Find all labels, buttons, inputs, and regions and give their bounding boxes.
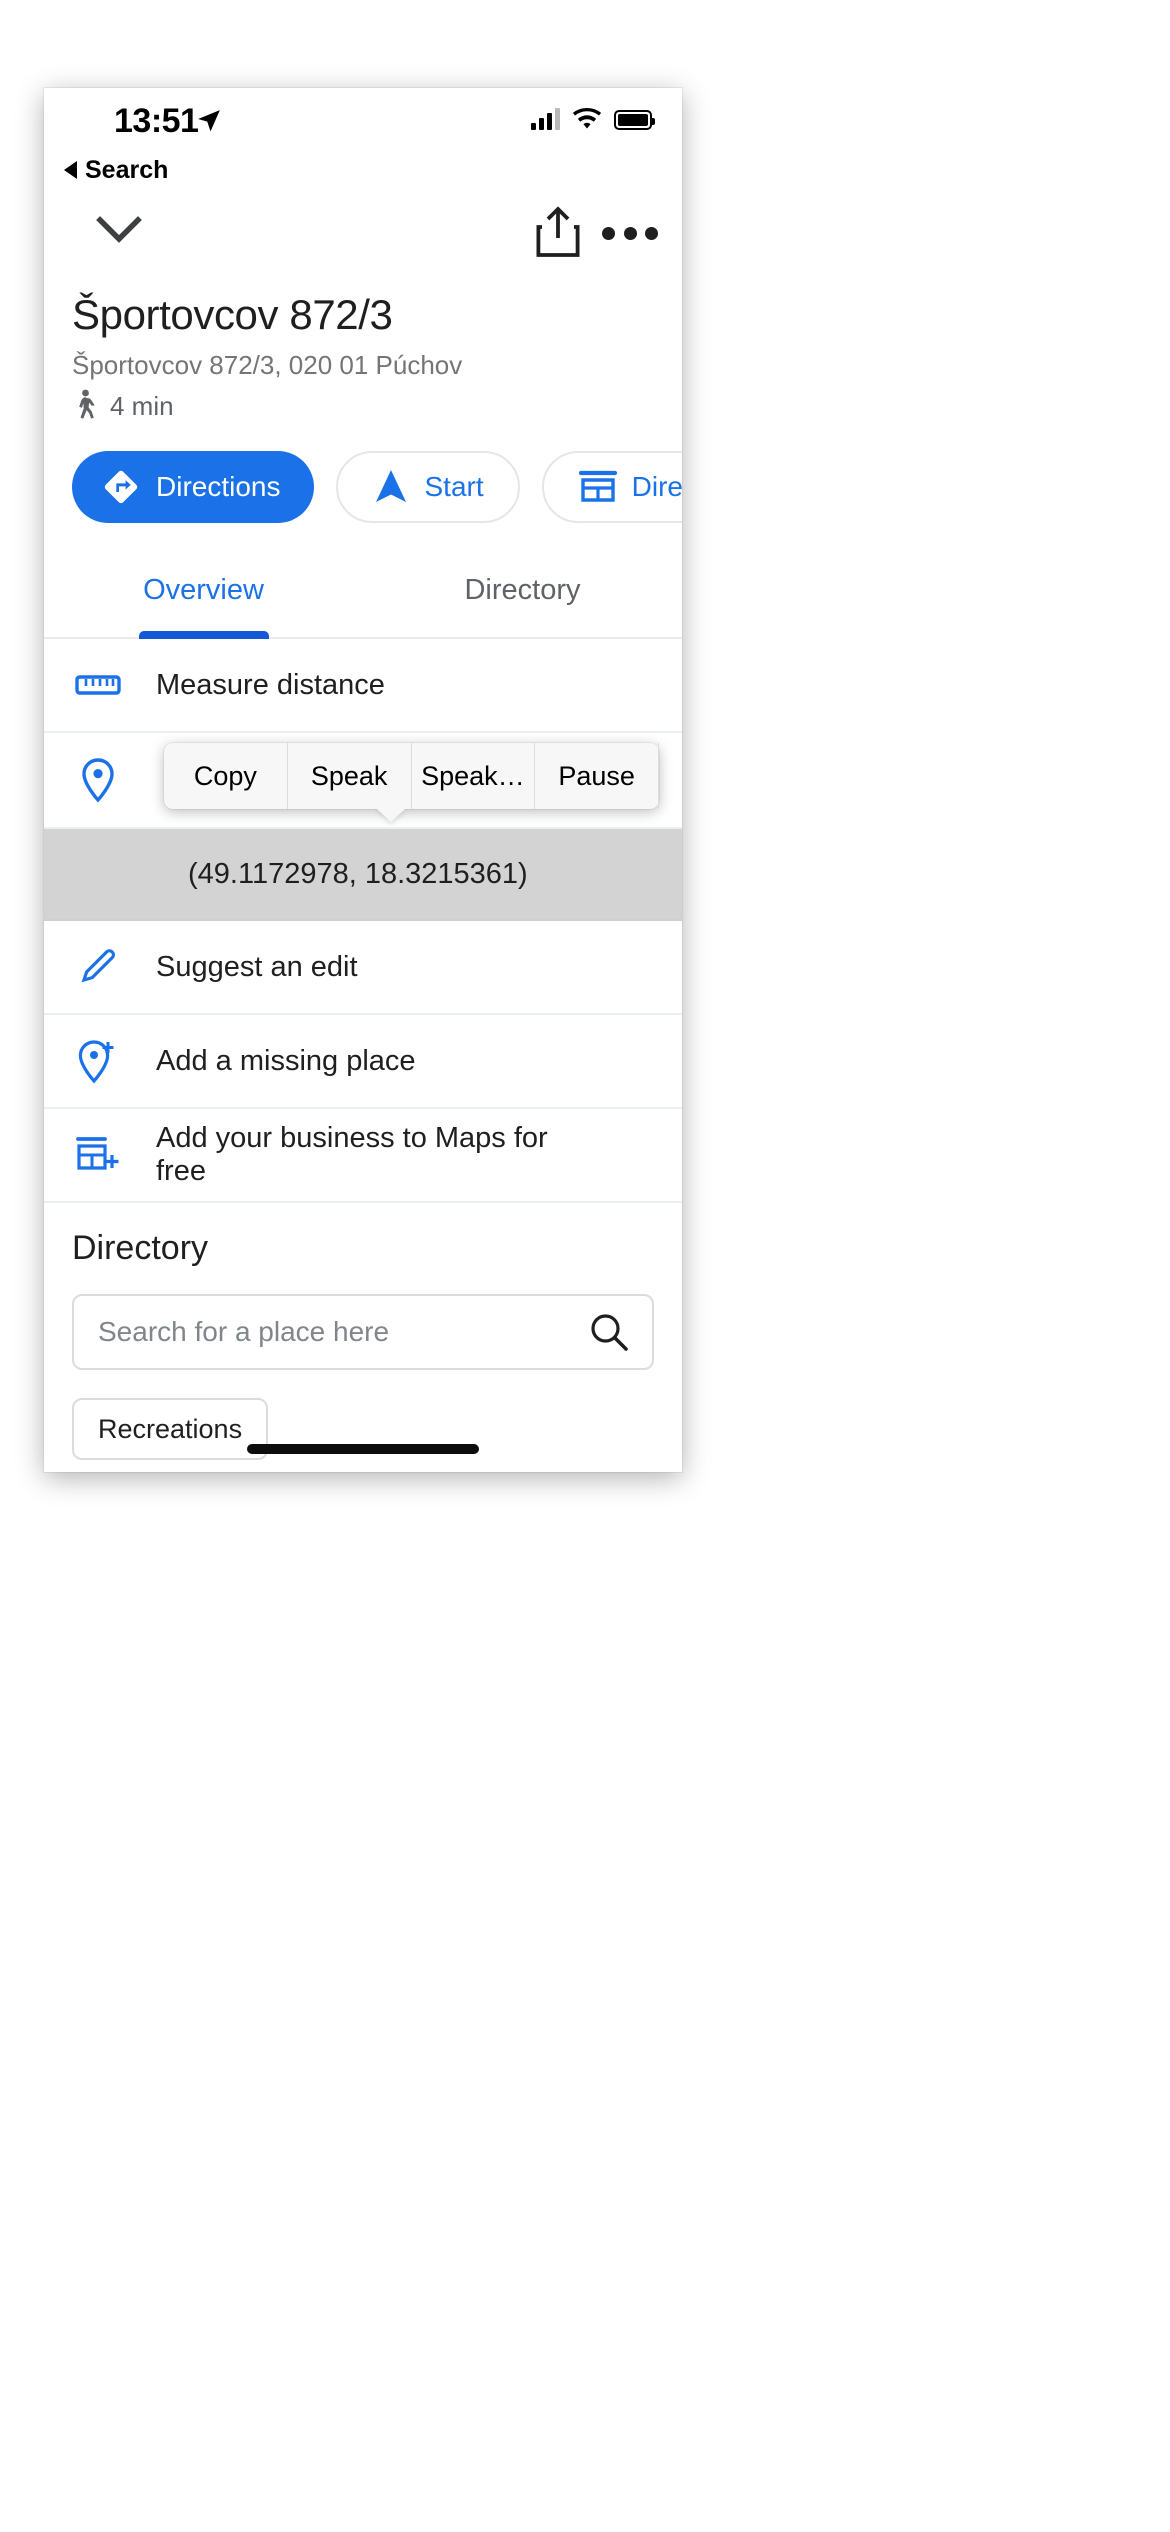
list-item-label: Suggest an edit [156,950,358,983]
tab-directory-label: Directory [464,573,581,606]
coordinates-value: (49.1172978, 18.3215361) [188,857,528,890]
back-to-search-button[interactable]: Search [44,150,682,190]
more-horizontal-icon[interactable] [602,222,658,244]
popup-item-copy[interactable]: Copy [164,743,288,809]
walk-time-label: 4 min [110,390,174,421]
pencil-icon [72,946,124,988]
start-label: Start [424,471,484,503]
directions-diamond-icon [104,470,138,504]
status-bar-indicators [531,108,655,130]
back-triangle-icon [64,161,77,179]
chevron-down-icon[interactable] [96,214,142,246]
tab-directory[interactable]: Directory [363,543,682,637]
status-bar-clock: 13:51 [114,102,199,140]
tab-overview-label: Overview [143,573,264,606]
popup-item-speak-options[interactable]: Speak… [412,743,536,809]
popup-item-label: Copy [193,760,257,791]
directory-heading: Directory [72,1229,209,1268]
list-item-add-business[interactable]: Add your business to Maps for free [44,1109,682,1204]
action-chip-row[interactable]: Directions Start Directory [44,447,682,527]
ruler-icon [72,670,124,700]
home-indicator [247,1444,479,1454]
walk-time-row: 4 min [72,389,654,423]
directory-chip-label: Directory [631,471,682,503]
wifi-icon [572,108,602,129]
filter-chip-label: Recreations [98,1413,243,1444]
walking-person-icon [79,389,95,419]
add-business-icon [72,1135,124,1175]
popup-item-label: Speak… [421,760,525,791]
list-item-label: Measure distance [156,668,385,701]
popup-item-label: Speak [310,760,388,791]
search-icon[interactable] [588,1311,630,1353]
filter-chip-recreations[interactable]: Recreations [72,1398,269,1461]
list-item-suggest-edit[interactable]: Suggest an edit [44,921,682,1016]
location-arrow-icon [198,110,220,132]
list-item-measure-distance[interactable]: Measure distance [44,639,682,734]
screenshot-canvas: 13:51 Search Športovcov 872/3 Športovcov… [0,0,1170,2532]
directory-button[interactable]: Directory [541,451,682,524]
cellular-bars-icon [531,108,560,130]
page-title: Športovcov 872/3 [72,291,393,338]
list-item-label: Add your business to Maps for free [156,1122,548,1188]
list-item-add-missing-place[interactable]: Add a missing place [44,1015,682,1110]
coordinates-selected-row[interactable]: (49.1172978, 18.3215361) [44,829,682,922]
directions-button[interactable]: Directions [72,451,315,524]
popup-item-label: Pause [558,760,635,791]
back-to-search-label: Search [85,155,169,184]
status-bar: 13:51 [44,88,682,150]
search-placeholder: Search for a place here [98,1316,390,1348]
map-pin-icon [72,757,124,803]
navigation-arrow-icon [376,470,407,503]
start-button[interactable]: Start [336,451,520,524]
popup-item-speak[interactable]: Speak [288,743,412,809]
storefront-icon [578,471,617,502]
battery-full-icon [614,110,655,130]
popup-pointer [376,808,406,822]
sheet-header [44,190,682,274]
directory-section: Directory Search for a place here Recrea… [44,1203,682,1461]
directions-label: Directions [156,471,281,503]
tab-bar[interactable]: Overview Directory [44,543,682,640]
place-title-block: Športovcov 872/3 Športovcov 872/3, 020 0… [44,274,682,423]
popup-item-pause[interactable]: Pause [535,743,659,809]
search-input[interactable]: Search for a place here [72,1294,654,1371]
list-item-label: Add a missing place [156,1044,416,1077]
phone-screen: 13:51 Search Športovcov 872/3 Športovcov… [44,88,682,1472]
add-place-pin-icon [72,1038,124,1084]
place-address: Športovcov 872/3, 020 01 Púchov [72,350,463,381]
tab-overview[interactable]: Overview [44,543,363,637]
text-selection-popup[interactable]: Copy Speak Speak… Pause [164,743,659,822]
share-icon[interactable] [534,206,582,258]
